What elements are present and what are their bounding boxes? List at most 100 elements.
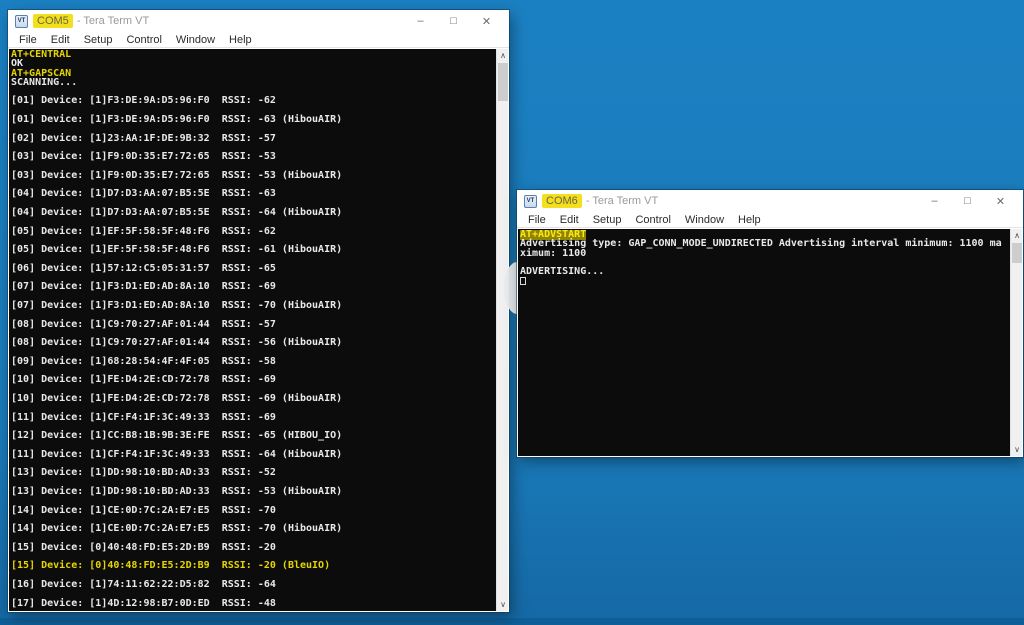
terminal-text: [14] Device: [1]CE:0D:7C:2A:E7:E5 RSSI: … bbox=[11, 505, 276, 516]
terminal-text: [10] Device: [1]FE:D4:2E:CD:72:78 RSSI: … bbox=[11, 374, 276, 385]
terminal-line: [08] Device: [1]C9:70:27:AF:01:44 RSSI: … bbox=[11, 320, 495, 329]
terminal-text: [09] Device: [1]68:28:54:4F:4F:05 RSSI: … bbox=[11, 356, 276, 367]
menu-file[interactable]: File bbox=[12, 34, 44, 46]
menu-edit[interactable]: Edit bbox=[44, 34, 77, 46]
com-port-highlight: COM6 bbox=[542, 194, 582, 208]
menu-help[interactable]: Help bbox=[222, 34, 259, 46]
terminal-text: ximum: 1100 bbox=[520, 248, 586, 259]
terminal-text: [17] Device: [1]4D:12:98:B7:0D:ED RSSI: … bbox=[11, 598, 276, 609]
terminal-text: [11] Device: [1]CF:F4:1F:3C:49:33 RSSI: … bbox=[11, 412, 276, 423]
terminal-line: ximum: 1100 bbox=[520, 249, 1009, 258]
terminal-line: [11] Device: [1]CF:F4:1F:3C:49:33 RSSI: … bbox=[11, 413, 495, 422]
menu-setup[interactable]: Setup bbox=[77, 34, 120, 46]
teraterm-window-com5: VT COM5 - Tera Term VT – □ ✕ File Edit S… bbox=[8, 10, 509, 612]
menu-control[interactable]: Control bbox=[119, 34, 168, 46]
terminal-text: [02] Device: [1]23:AA:1F:DE:9B:32 RSSI: … bbox=[11, 133, 276, 144]
terminal-text: [08] Device: [1]C9:70:27:AF:01:44 RSSI: … bbox=[11, 337, 342, 348]
terminal-text: [13] Device: [1]DD:98:10:BD:AD:33 RSSI: … bbox=[11, 467, 276, 478]
terminal-text: [13] Device: [1]DD:98:10:BD:AD:33 RSSI: … bbox=[11, 486, 342, 497]
terminal-line: [11] Device: [1]CF:F4:1F:3C:49:33 RSSI: … bbox=[11, 450, 495, 459]
terminal-output: AT+ADVSTARTAdvertising type: GAP_CONN_MO… bbox=[520, 230, 1009, 456]
titlebar-com5[interactable]: VT COM5 - Tera Term VT – □ ✕ bbox=[8, 10, 509, 32]
menubar-com5: File Edit Setup Control Window Help bbox=[8, 32, 509, 48]
terminal-line: [09] Device: [1]68:28:54:4F:4F:05 RSSI: … bbox=[11, 357, 495, 366]
minimize-button[interactable]: – bbox=[918, 190, 951, 212]
terminal-line: SCANNING... bbox=[11, 78, 495, 87]
terminal-line: ADVERTISING... bbox=[520, 267, 1009, 276]
close-button[interactable]: ✕ bbox=[984, 190, 1017, 212]
terminal-line: [07] Device: [1]F3:D1:ED:AD:8A:10 RSSI: … bbox=[11, 282, 495, 291]
scroll-up-icon[interactable]: ∧ bbox=[1011, 229, 1023, 242]
terminal-line: [07] Device: [1]F3:D1:ED:AD:8A:10 RSSI: … bbox=[11, 301, 495, 310]
terminal-line: [08] Device: [1]C9:70:27:AF:01:44 RSSI: … bbox=[11, 338, 495, 347]
terminal-text: [05] Device: [1]EF:5F:58:5F:48:F6 RSSI: … bbox=[11, 226, 276, 237]
scroll-up-icon[interactable]: ∧ bbox=[497, 49, 509, 62]
terminal-text: [15] Device: [0]40:48:FD:E5:2D:B9 RSSI: … bbox=[11, 542, 276, 553]
terminal-text: [04] Device: [1]D7:D3:AA:07:B5:5E RSSI: … bbox=[11, 188, 276, 199]
minimize-button[interactable]: – bbox=[404, 10, 437, 32]
scrollbar[interactable]: ∧ ∨ bbox=[496, 49, 508, 611]
menu-help[interactable]: Help bbox=[731, 214, 768, 226]
terminal-line: [14] Device: [1]CE:0D:7C:2A:E7:E5 RSSI: … bbox=[11, 524, 495, 533]
terminal-text: SCANNING... bbox=[11, 77, 77, 88]
teraterm-icon: VT bbox=[15, 15, 28, 28]
terminal-text: [14] Device: [1]CE:0D:7C:2A:E7:E5 RSSI: … bbox=[11, 523, 342, 534]
text-cursor bbox=[520, 277, 526, 285]
terminal-text: [04] Device: [1]D7:D3:AA:07:B5:5E RSSI: … bbox=[11, 207, 342, 218]
terminal-line: [14] Device: [1]CE:0D:7C:2A:E7:E5 RSSI: … bbox=[11, 506, 495, 515]
window-title: COM6 - Tera Term VT bbox=[542, 195, 658, 207]
terminal-com6[interactable]: AT+ADVSTARTAdvertising type: GAP_CONN_MO… bbox=[518, 229, 1022, 456]
terminal-line: [05] Device: [1]EF:5F:58:5F:48:F6 RSSI: … bbox=[11, 227, 495, 236]
terminal-text: Advertising type: GAP_CONN_MODE_UNDIRECT… bbox=[520, 238, 1002, 249]
maximize-button[interactable]: □ bbox=[951, 190, 984, 212]
window-title-rest: - Tera Term VT bbox=[583, 195, 658, 207]
teraterm-icon: VT bbox=[524, 195, 537, 208]
menu-window[interactable]: Window bbox=[169, 34, 222, 46]
terminal-line: [01] Device: [1]F3:DE:9A:D5:96:F0 RSSI: … bbox=[11, 115, 495, 124]
terminal-text: [03] Device: [1]F9:0D:35:E7:72:65 RSSI: … bbox=[11, 170, 342, 181]
maximize-button[interactable]: □ bbox=[437, 10, 470, 32]
terminal-output: AT+CENTRALOKAT+GAPSCANSCANNING... [01] D… bbox=[11, 50, 495, 611]
terminal-line: [10] Device: [1]FE:D4:2E:CD:72:78 RSSI: … bbox=[11, 375, 495, 384]
scrollbar[interactable]: ∧ ∨ bbox=[1010, 229, 1022, 456]
terminal-line: [05] Device: [1]EF:5F:58:5F:48:F6 RSSI: … bbox=[11, 245, 495, 254]
taskbar-strip bbox=[0, 618, 1024, 625]
terminal-line: [03] Device: [1]F9:0D:35:E7:72:65 RSSI: … bbox=[11, 171, 495, 180]
menu-window[interactable]: Window bbox=[678, 214, 731, 226]
terminal-line: [04] Device: [1]D7:D3:AA:07:B5:5E RSSI: … bbox=[11, 208, 495, 217]
terminal-text: [10] Device: [1]FE:D4:2E:CD:72:78 RSSI: … bbox=[11, 393, 342, 404]
scrollbar-thumb[interactable] bbox=[1012, 243, 1022, 263]
terminal-text: [07] Device: [1]F3:D1:ED:AD:8A:10 RSSI: … bbox=[11, 281, 276, 292]
menu-control[interactable]: Control bbox=[628, 214, 677, 226]
close-button[interactable]: ✕ bbox=[470, 10, 503, 32]
terminal-line: [04] Device: [1]D7:D3:AA:07:B5:5E RSSI: … bbox=[11, 189, 495, 198]
menu-file[interactable]: File bbox=[521, 214, 553, 226]
terminal-text: [03] Device: [1]F9:0D:35:E7:72:65 RSSI: … bbox=[11, 151, 276, 162]
terminal-line: [03] Device: [1]F9:0D:35:E7:72:65 RSSI: … bbox=[11, 152, 495, 161]
terminal-text: [01] Device: [1]F3:DE:9A:D5:96:F0 RSSI: … bbox=[11, 95, 276, 106]
menu-setup[interactable]: Setup bbox=[586, 214, 629, 226]
terminal-line: OK bbox=[11, 59, 495, 68]
terminal-text: [05] Device: [1]EF:5F:58:5F:48:F6 RSSI: … bbox=[11, 244, 342, 255]
window-title-rest: - Tera Term VT bbox=[74, 15, 149, 27]
scroll-down-icon[interactable]: ∨ bbox=[497, 598, 509, 611]
terminal-line: [15] Device: [0]40:48:FD:E5:2D:B9 RSSI: … bbox=[11, 561, 495, 570]
scrollbar-thumb[interactable] bbox=[498, 63, 508, 101]
menu-edit[interactable]: Edit bbox=[553, 214, 586, 226]
terminal-text: [06] Device: [1]57:12:C5:05:31:57 RSSI: … bbox=[11, 263, 276, 274]
titlebar-com6[interactable]: VT COM6 - Tera Term VT – □ ✕ bbox=[517, 190, 1023, 212]
window-title: COM5 - Tera Term VT bbox=[33, 15, 149, 27]
terminal-line: Advertising type: GAP_CONN_MODE_UNDIRECT… bbox=[520, 239, 1009, 248]
terminal-line: [13] Device: [1]DD:98:10:BD:AD:33 RSSI: … bbox=[11, 468, 495, 477]
terminal-text: [11] Device: [1]CF:F4:1F:3C:49:33 RSSI: … bbox=[11, 449, 342, 460]
terminal-line: [10] Device: [1]FE:D4:2E:CD:72:78 RSSI: … bbox=[11, 394, 495, 403]
terminal-text: [15] Device: [0]40:48:FD:E5:2D:B9 RSSI: … bbox=[11, 560, 330, 571]
terminal-line: [01] Device: [1]F3:DE:9A:D5:96:F0 RSSI: … bbox=[11, 96, 495, 105]
menubar-com6: File Edit Setup Control Window Help bbox=[517, 212, 1023, 228]
scroll-down-icon[interactable]: ∨ bbox=[1011, 443, 1023, 456]
terminal-text: ADVERTISING... bbox=[520, 266, 604, 277]
terminal-com5[interactable]: AT+CENTRALOKAT+GAPSCANSCANNING... [01] D… bbox=[9, 49, 508, 611]
terminal-text: [07] Device: [1]F3:D1:ED:AD:8A:10 RSSI: … bbox=[11, 300, 342, 311]
terminal-line: [17] Device: [1]4D:12:98:B7:0D:ED RSSI: … bbox=[11, 599, 495, 608]
terminal-line: [12] Device: [1]CC:B8:1B:9B:3E:FE RSSI: … bbox=[11, 431, 495, 440]
